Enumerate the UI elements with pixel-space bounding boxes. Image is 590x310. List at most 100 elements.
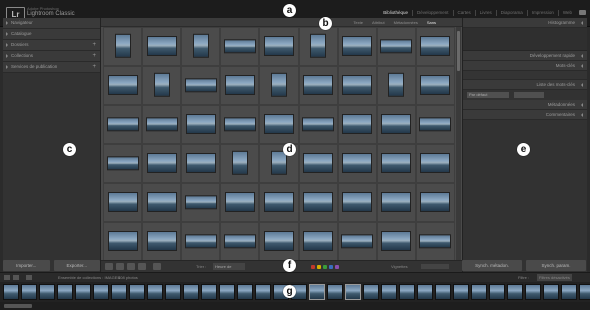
cloud-sync-icon[interactable] — [579, 10, 586, 15]
filmstrip-thumbnail[interactable] — [111, 284, 127, 300]
thumbnail-size-slider[interactable] — [421, 264, 449, 269]
grid-scroll-thumb[interactable] — [457, 31, 460, 71]
grid-cell[interactable] — [415, 105, 455, 144]
survey-view-button[interactable] — [138, 263, 146, 270]
grid-cell[interactable] — [259, 66, 299, 105]
grid-cell[interactable] — [103, 66, 143, 105]
photo-thumbnail[interactable] — [145, 116, 178, 131]
filmstrip-thumbnail[interactable] — [507, 284, 523, 300]
grid-cell[interactable] — [298, 183, 338, 222]
grid-cell[interactable] — [103, 222, 143, 260]
add-folder-icon[interactable]: + — [92, 40, 96, 50]
photo-thumbnail[interactable] — [420, 152, 451, 173]
left-section-collections[interactable]: Collections + — [3, 51, 100, 62]
photo-thumbnail[interactable] — [106, 155, 139, 170]
photo-thumbnail[interactable] — [342, 113, 373, 134]
grid-cell[interactable] — [376, 183, 416, 222]
filmstrip-thumbnail[interactable] — [75, 284, 91, 300]
photo-thumbnail[interactable] — [184, 194, 217, 209]
grid-cell[interactable] — [181, 66, 221, 105]
filmstrip-thumbnail[interactable] — [579, 284, 590, 300]
grid-cell[interactable] — [376, 27, 416, 66]
grid-cell[interactable] — [103, 27, 143, 66]
grid-cell[interactable] — [376, 144, 416, 183]
filmstrip-thumbnail[interactable] — [219, 284, 235, 300]
left-section-catalog[interactable]: Catalogue — [3, 29, 100, 40]
filmstrip-thumbnail[interactable] — [525, 284, 541, 300]
filmstrip-thumbnail[interactable] — [489, 284, 505, 300]
metadata-preset-select[interactable]: Par défaut — [467, 92, 509, 98]
right-section-histogram[interactable]: Histogramme — [463, 18, 587, 28]
filmstrip-thumbnail[interactable] — [21, 284, 37, 300]
photo-thumbnail[interactable] — [419, 233, 452, 248]
grid-cell[interactable] — [181, 183, 221, 222]
photo-thumbnail[interactable] — [185, 152, 216, 173]
grid-cell[interactable] — [298, 27, 338, 66]
sync-metadata-button[interactable]: Synch. métadon. — [462, 260, 522, 271]
left-section-navigator[interactable]: Navigateur — [3, 18, 100, 29]
photo-thumbnail[interactable] — [263, 113, 294, 134]
module-slideshow[interactable]: Diaporama — [495, 10, 527, 16]
photo-thumbnail[interactable] — [342, 191, 373, 212]
module-map[interactable]: Cartes — [452, 10, 475, 16]
right-section-keyword-list[interactable]: Liste des mots-clés — [463, 80, 587, 90]
filmstrip-thumbnail[interactable] — [543, 284, 559, 300]
filter-none[interactable]: Sans — [427, 20, 436, 25]
filmstrip-source[interactable]: Ensemble de collections : IMAGES — [58, 274, 120, 281]
photo-thumbnail[interactable] — [420, 74, 451, 95]
photo-thumbnail[interactable] — [263, 35, 294, 56]
photo-thumbnail[interactable] — [107, 230, 138, 251]
grid-cell[interactable] — [415, 144, 455, 183]
photo-thumbnail[interactable] — [419, 116, 452, 131]
filmstrip-thumbnail[interactable] — [237, 284, 253, 300]
module-develop[interactable]: Développement — [411, 10, 453, 16]
import-button[interactable]: Importer... — [3, 260, 50, 271]
photo-thumbnail[interactable] — [381, 113, 412, 134]
photo-thumbnail[interactable] — [224, 191, 255, 212]
add-collection-icon[interactable]: + — [92, 51, 96, 61]
grid-cell[interactable] — [415, 222, 455, 260]
grid-cell[interactable] — [142, 144, 182, 183]
photo-thumbnail[interactable] — [381, 230, 412, 251]
sync-settings-button[interactable]: Synch. param. — [526, 260, 586, 271]
grid-cell[interactable] — [220, 66, 260, 105]
photo-thumbnail[interactable] — [341, 233, 374, 248]
filmstrip-thumbnail[interactable] — [363, 284, 379, 300]
photo-thumbnail[interactable] — [184, 77, 217, 92]
filmstrip-thumbnail[interactable] — [165, 284, 181, 300]
main-window-icon[interactable] — [4, 275, 10, 280]
grid-cell[interactable] — [376, 66, 416, 105]
export-button[interactable]: Exporter... — [53, 260, 100, 271]
photo-thumbnail[interactable] — [342, 35, 373, 56]
add-publish-service-icon[interactable]: + — [92, 62, 96, 72]
left-section-publish-services[interactable]: Services de publication + — [3, 62, 100, 73]
painter-icon[interactable] — [153, 263, 161, 270]
filmstrip-thumbnail[interactable] — [399, 284, 415, 300]
filmstrip-thumbnail[interactable] — [3, 284, 19, 300]
photo-thumbnail[interactable] — [231, 150, 248, 175]
grid-cell[interactable] — [337, 183, 377, 222]
grid-cell[interactable] — [220, 27, 260, 66]
photo-thumbnail[interactable] — [106, 116, 139, 131]
photo-thumbnail[interactable] — [342, 74, 373, 95]
second-window-icon[interactable] — [13, 275, 19, 280]
grid-scrollbar[interactable] — [456, 27, 461, 260]
photo-thumbnail[interactable] — [342, 152, 373, 173]
grid-cell[interactable] — [259, 183, 299, 222]
grid-cell[interactable] — [103, 144, 143, 183]
photo-thumbnail[interactable] — [224, 74, 255, 95]
filmstrip-scroll-thumb[interactable] — [4, 304, 32, 308]
module-library[interactable]: Bibliothèque — [379, 10, 412, 16]
filmstrip-thumbnail[interactable] — [435, 284, 451, 300]
grid-cell[interactable] — [181, 222, 221, 260]
filmstrip-thumbnail[interactable] — [93, 284, 109, 300]
grid-cell[interactable] — [220, 105, 260, 144]
module-print[interactable]: Impression — [526, 10, 558, 16]
photo-thumbnail[interactable] — [107, 74, 138, 95]
photo-thumbnail[interactable] — [303, 74, 334, 95]
filmstrip-thumbnail[interactable] — [345, 284, 361, 300]
color-label-blue-icon[interactable] — [329, 265, 333, 269]
photo-thumbnail[interactable] — [388, 72, 405, 97]
grid-icon[interactable] — [26, 275, 32, 280]
grid-view-button[interactable] — [105, 263, 113, 270]
